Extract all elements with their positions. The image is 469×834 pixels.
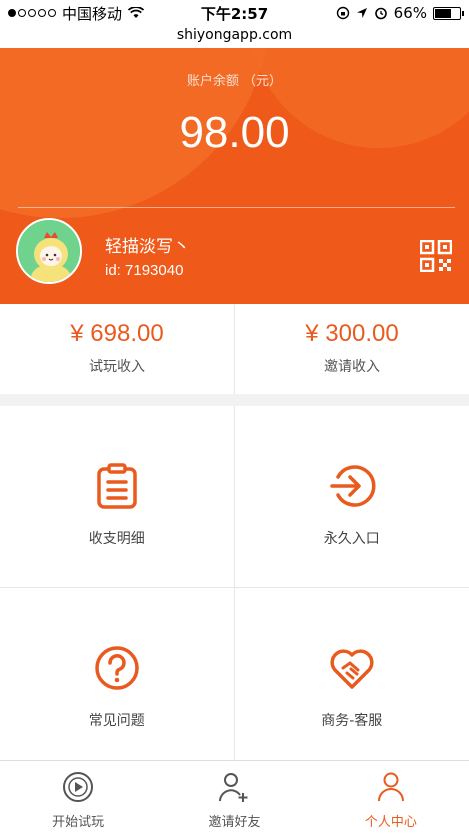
signal-strength-icon — [8, 9, 56, 17]
location-icon — [356, 8, 367, 18]
wifi-icon — [128, 7, 145, 18]
avatar[interactable] — [16, 218, 82, 284]
divider — [18, 207, 455, 208]
enter-circle-icon — [330, 465, 376, 507]
status-bar: 中国移动 下午2:57 66% — [0, 0, 469, 26]
trial-income[interactable]: ¥ 698.00 试玩收入 — [0, 304, 234, 394]
tab-personal-center[interactable]: 个人中心 — [313, 761, 469, 834]
status-left: 中国移动 — [8, 3, 188, 24]
user-id: id: 7193040 — [105, 262, 184, 279]
menu-item-label: 永久入口 — [323, 531, 380, 547]
question-circle-icon — [95, 646, 139, 690]
url-bar[interactable]: shiyongapp.com — [0, 26, 469, 48]
tab-invite-friends[interactable]: 邀请好友 — [156, 761, 312, 834]
menu-item-permanent-entry[interactable]: 永久入口 — [234, 406, 469, 588]
menu-item-label: 常见问题 — [88, 713, 145, 729]
balance-label: 账户余额 （元） — [186, 74, 283, 89]
trial-income-label: 试玩收入 — [89, 359, 145, 375]
qr-code-icon[interactable] — [420, 240, 452, 272]
clipboard-list-icon — [97, 463, 137, 509]
menu-item-label: 收支明细 — [88, 531, 145, 547]
handshake-heart-icon — [330, 649, 374, 689]
menu-grid: 收支明细 永久入口 常见问题 商务-客服 — [0, 406, 469, 760]
menu-item-business-service[interactable]: 商务-客服 — [235, 588, 469, 760]
trial-income-amount: ¥ 698.00 — [70, 320, 164, 347]
tab-label: 个人中心 — [364, 815, 417, 830]
tab-start-trial[interactable]: 开始试玩 — [0, 761, 156, 834]
account-header: 账户余额 （元） 98.00 轻描淡写丶 id: 7193040 — [0, 48, 469, 304]
tab-label: 邀请好友 — [208, 815, 261, 830]
income-summary: ¥ 698.00 试玩收入 ¥ 300.00 邀请收入 — [0, 304, 469, 394]
add-user-icon — [219, 773, 248, 802]
alarm-icon — [374, 7, 387, 20]
menu-item-faq[interactable]: 常见问题 — [0, 588, 235, 760]
menu-item-label: 商务-客服 — [321, 713, 383, 729]
battery-percent: 66% — [393, 4, 427, 22]
tab-bar: 开始试玩 邀请好友 个人中心 — [0, 760, 469, 834]
balance-value: 98.00 — [179, 108, 290, 157]
play-circle-icon — [63, 772, 94, 802]
status-right: 66% — [301, 4, 464, 22]
tab-label: 开始试玩 — [52, 815, 105, 830]
username: 轻描淡写丶 — [105, 237, 190, 257]
carrier-label: 中国移动 — [62, 4, 123, 23]
user-icon — [377, 772, 404, 802]
menu-item-transactions[interactable]: 收支明细 — [0, 406, 235, 588]
invite-income-amount: ¥ 300.00 — [305, 320, 399, 347]
battery-icon — [433, 6, 464, 20]
invite-income[interactable]: ¥ 300.00 邀请收入 — [234, 304, 469, 394]
chick-avatar-icon — [18, 220, 80, 282]
rotation-lock-icon — [336, 6, 349, 20]
invite-income-label: 邀请收入 — [324, 359, 380, 375]
status-time: 下午2:57 — [200, 4, 269, 23]
